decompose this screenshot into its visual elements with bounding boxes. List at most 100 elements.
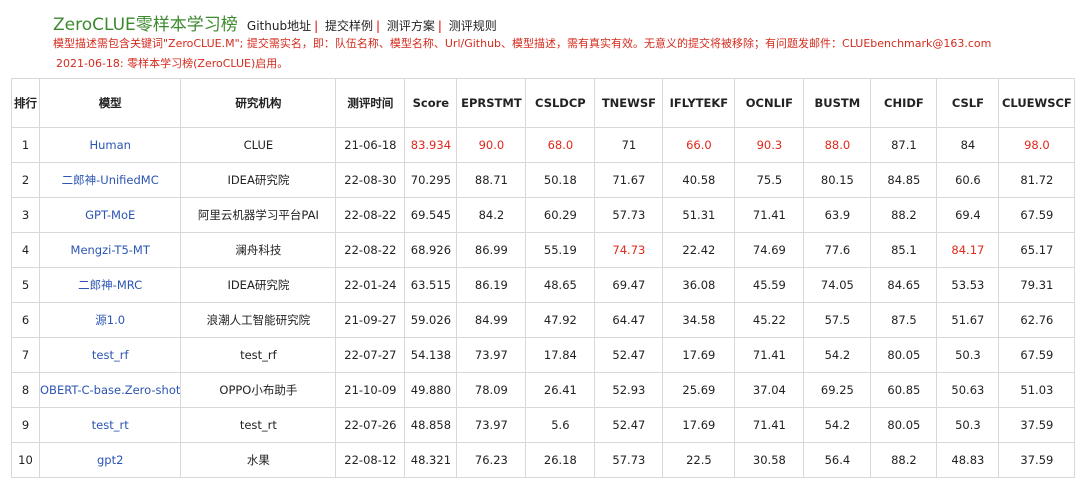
cell-date: 21-09-27 (335, 302, 406, 338)
cell-score: 48.321 (404, 442, 458, 478)
cell-csldcp: 26.41 (525, 372, 596, 408)
model-link[interactable]: Human (89, 138, 130, 152)
nav-separator: | (375, 19, 381, 33)
cell-institution: test_rt (180, 407, 337, 443)
page-header: ZeroCLUE零样本学习榜 Github地址 | 提交样例 | 测评方案 | 测评规… (53, 10, 497, 35)
table-row: 9 test_rt test_rt 22-07-26 48.858 73.97 5.6 52.… (11, 407, 1076, 443)
cell-institution: 阿里云机器学习平台PAI (180, 197, 337, 233)
cell-eprstmt: 84.2 (456, 197, 527, 233)
cell-csldcp: 5.6 (525, 407, 596, 443)
cell-ocnlif: 45.59 (734, 267, 805, 303)
col-header-score: Score (404, 78, 458, 128)
cell-chidf: 88.2 (870, 442, 938, 478)
col-header-bustm: BUSTM (803, 78, 872, 128)
cell-chidf: 85.1 (870, 232, 938, 268)
cell-score: 49.880 (404, 372, 458, 408)
cell-date: 22-07-27 (335, 337, 406, 373)
cell-cluewscf: 37.59 (998, 442, 1076, 478)
submission-notice: 模型描述需包含关键词"ZeroCLUE.M"; 提交需实名，即：队伍名称、模型名… (53, 37, 992, 50)
cell-institution: OPPO小布助手 (180, 372, 337, 408)
cell-bustm: 80.15 (803, 162, 872, 198)
leaderboard-table: 排行 模型 研究机构 测评时间 Score EPRSTMT CSLDCP TNE… (11, 78, 1076, 478)
table-header-row: 排行 模型 研究机构 测评时间 Score EPRSTMT CSLDCP TNE… (11, 78, 1076, 128)
header-nav: Github地址 | 提交样例 | 测评方案 | 测评规则 (247, 19, 497, 33)
cell-bustm: 74.05 (803, 267, 872, 303)
cell-score: 54.138 (404, 337, 458, 373)
cell-institution: 浪潮人工智能研究院 (180, 302, 337, 338)
cell-cslf: 69.4 (936, 197, 1000, 233)
cell-ocnlif: 71.41 (734, 337, 805, 373)
model-link[interactable]: GPT-MoE (85, 208, 135, 222)
cell-csldcp: 48.65 (525, 267, 596, 303)
cell-rank: 10 (11, 442, 40, 478)
table-row: 5 二郎神-MRC IDEA研究院 22-01-24 63.515 86.19 48.65 6… (11, 267, 1076, 303)
model-link[interactable]: 源1.0 (95, 313, 125, 327)
cell-csldcp: 17.84 (525, 337, 596, 373)
cell-eprstmt: 73.97 (456, 337, 527, 373)
cell-csldcp: 50.18 (525, 162, 596, 198)
cell-eprstmt: 88.71 (456, 162, 527, 198)
cell-chidf: 80.05 (870, 407, 938, 443)
table-row: 10 gpt2 水果 22-08-12 48.321 76.23 26.18 57.73 22.… (11, 442, 1076, 478)
cell-cluewscf: 67.59 (998, 337, 1076, 373)
cell-eprstmt: 84.99 (456, 302, 527, 338)
cell-rank: 4 (11, 232, 40, 268)
cell-institution: test_rf (180, 337, 337, 373)
model-link[interactable]: 二郎神-UnifiedMC (62, 173, 159, 187)
cell-iflytekf: 34.58 (662, 302, 736, 338)
cell-rank: 9 (11, 407, 40, 443)
cell-iflytekf: 25.69 (662, 372, 736, 408)
cell-iflytekf: 51.31 (662, 197, 736, 233)
cell-cslf: 50.3 (936, 407, 1000, 443)
col-header-institution: 研究机构 (180, 78, 337, 128)
cell-ocnlif: 45.22 (734, 302, 805, 338)
cell-date: 22-08-12 (335, 442, 406, 478)
col-header-chidf: CHIDF (870, 78, 938, 128)
cell-tnewsf: 52.47 (594, 337, 664, 373)
evaluation-plan-link[interactable]: 测评方案 (387, 19, 435, 33)
model-link[interactable]: test_rt (92, 418, 129, 432)
cell-cluewscf: 62.76 (998, 302, 1076, 338)
cell-cluewscf: 37.59 (998, 407, 1076, 443)
cell-rank: 6 (11, 302, 40, 338)
submission-example-link[interactable]: 提交样例 (325, 19, 373, 33)
evaluation-rules-link[interactable]: 测评规则 (449, 19, 497, 33)
table-row: 3 GPT-MoE 阿里云机器学习平台PAI 22-08-22 69.545 84.2 60… (11, 197, 1076, 233)
cell-tnewsf: 52.47 (594, 407, 664, 443)
col-header-model: 模型 (38, 78, 182, 128)
cell-rank: 5 (11, 267, 40, 303)
nav-separator: | (314, 19, 319, 33)
cell-bustm: 57.5 (803, 302, 872, 338)
cell-chidf: 80.05 (870, 337, 938, 373)
cell-model: 二郎神-UnifiedMC (38, 162, 182, 198)
cell-csldcp: 60.29 (525, 197, 596, 233)
cell-model: 源1.0 (38, 302, 182, 338)
cell-score: 83.934 (404, 127, 458, 163)
cell-tnewsf: 74.73 (594, 232, 664, 268)
model-link[interactable]: gpt2 (97, 453, 123, 467)
page-title: ZeroCLUE零样本学习榜 (53, 15, 238, 35)
model-link[interactable]: test_rf (92, 348, 129, 362)
table-row: 4 Mengzi-T5-MT 澜舟科技 22-08-22 68.926 86.99 55.1… (11, 232, 1076, 268)
cell-eprstmt: 90.0 (456, 127, 527, 163)
cell-chidf: 87.1 (870, 127, 938, 163)
cell-rank: 1 (11, 127, 40, 163)
cell-model: Human (38, 127, 182, 163)
cell-cslf: 50.63 (936, 372, 1000, 408)
cell-cslf: 51.67 (936, 302, 1000, 338)
cell-model: gpt2 (38, 442, 182, 478)
model-link[interactable]: OBERT-C-base.Zero-shot (41, 383, 180, 397)
model-link[interactable]: 二郎神-MRC (78, 278, 142, 292)
col-header-cslf: CSLF (936, 78, 1000, 128)
cell-date: 21-10-09 (335, 372, 406, 408)
cell-chidf: 88.2 (870, 197, 938, 233)
github-link[interactable]: Github地址 (247, 19, 311, 33)
model-link[interactable]: Mengzi-T5-MT (71, 243, 150, 257)
col-header-csldcp: CSLDCP (525, 78, 596, 128)
cell-csldcp: 68.0 (525, 127, 596, 163)
cell-date: 22-08-22 (335, 232, 406, 268)
launch-notice: 2021-06-18: 零样本学习榜(ZeroCLUE)启用。 (56, 57, 289, 70)
table-row: 1 Human CLUE 21-06-18 83.934 90.0 68.0 71 66.0 90… (11, 127, 1076, 163)
cell-rank: 3 (11, 197, 40, 233)
cell-csldcp: 47.92 (525, 302, 596, 338)
